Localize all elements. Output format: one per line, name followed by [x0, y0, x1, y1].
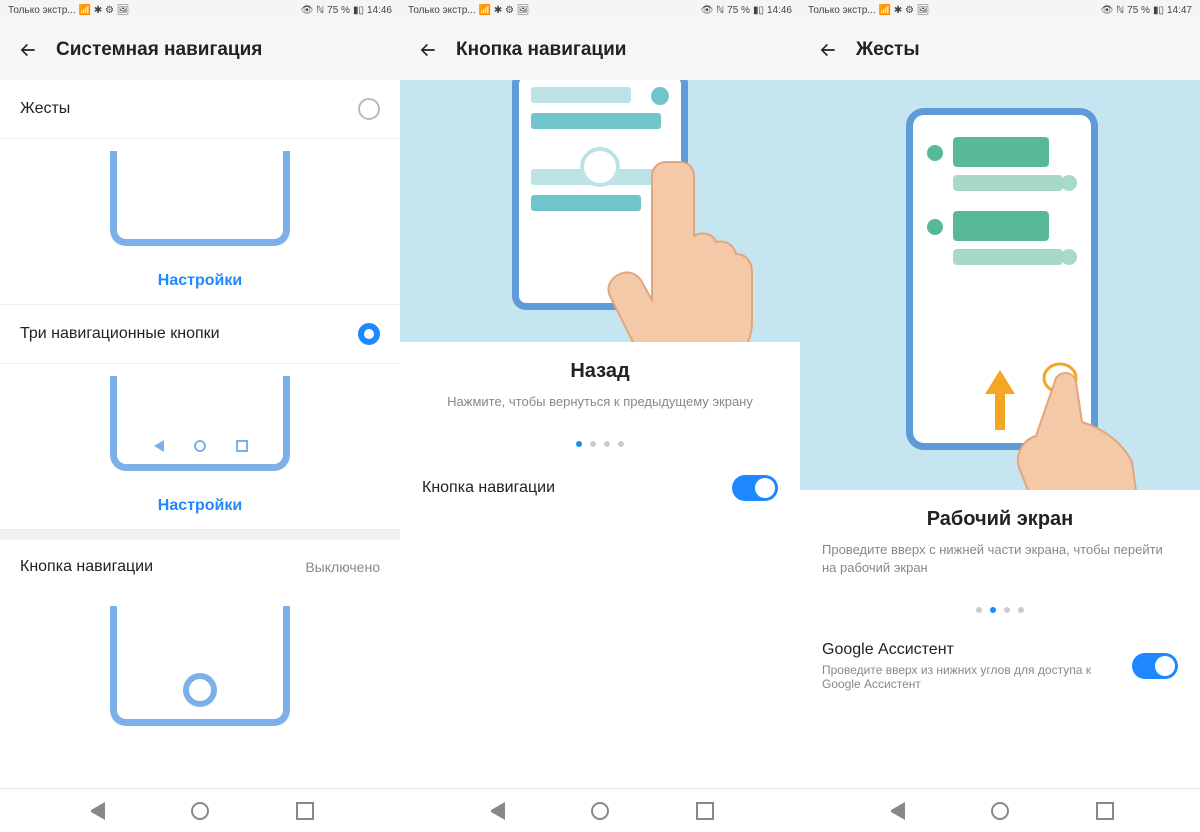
screen-gestures: Только экстр...📶 ✱ ⚙ 🖼 👁 ℕ75 %▮▯14:47 Же…	[800, 0, 1200, 832]
dot-icon	[1018, 607, 1024, 613]
dot-icon	[1004, 607, 1010, 613]
clock-label: 14:46	[767, 5, 792, 16]
hand-pointer-icon	[590, 152, 770, 342]
dot-icon	[618, 441, 624, 447]
clock-label: 14:47	[1167, 5, 1192, 16]
nav-back-icon[interactable]	[487, 802, 505, 820]
dot-icon	[604, 441, 610, 447]
nav-back-icon	[152, 440, 164, 452]
illustration-gestures	[0, 139, 400, 258]
illustration-nav-button	[0, 594, 400, 738]
nav-recent-icon[interactable]	[1096, 802, 1114, 820]
nav-home-icon[interactable]	[591, 802, 609, 820]
radio-selected-icon[interactable]	[358, 323, 380, 345]
nfc-icon: 👁 ℕ	[701, 5, 724, 16]
radio-unselected-icon[interactable]	[358, 98, 380, 120]
battery-icon: ▮▯	[1153, 5, 1164, 16]
status-bar: Только экстр...📶 ✱ ⚙ 🖼 👁 ℕ75 %▮▯14:46	[400, 0, 800, 20]
battery-icon: ▮▯	[353, 5, 364, 16]
nav-recent-icon[interactable]	[696, 802, 714, 820]
status-icons: 📶 ✱ ⚙ 🖼	[879, 5, 930, 16]
system-nav-bar	[0, 788, 400, 832]
back-icon[interactable]	[818, 40, 838, 60]
nfc-icon: 👁 ℕ	[301, 5, 324, 16]
page-title: Системная навигация	[56, 39, 262, 61]
nav-back-icon[interactable]	[887, 802, 905, 820]
status-icons: 📶 ✱ ⚙ 🖼	[79, 5, 130, 16]
description-text: Проведите вверх с нижней части экрана, ч…	[822, 541, 1178, 577]
description-block: Назад Нажмите, чтобы вернуться к предыду…	[400, 342, 800, 429]
toggle-subtitle: Проведите вверх из нижних углов для дост…	[822, 663, 1092, 691]
carrier-label: Только экстр...	[8, 5, 76, 16]
status-bar: Только экстр...📶 ✱ ⚙ 🖼 👁 ℕ75 %▮▯14:46	[0, 0, 400, 20]
dot-icon	[976, 607, 982, 613]
status-bar: Только экстр...📶 ✱ ⚙ 🖼 👁 ℕ75 %▮▯14:47	[800, 0, 1200, 20]
section-divider	[0, 530, 400, 540]
system-nav-bar	[400, 788, 800, 832]
option-label: Жесты	[20, 100, 70, 118]
settings-link[interactable]: Настройки	[0, 483, 400, 530]
screen-system-navigation: Только экстр...📶 ✱ ⚙ 🖼 👁 ℕ75 %▮▯14:46 Си…	[0, 0, 400, 832]
title-bar: Кнопка навигации	[400, 20, 800, 80]
switch-on-icon[interactable]	[1132, 653, 1178, 679]
carrier-label: Только экстр...	[408, 5, 476, 16]
hero-illustration	[400, 80, 800, 342]
nav-home-icon[interactable]	[991, 802, 1009, 820]
toggle-nav-button[interactable]: Кнопка навигации	[400, 459, 800, 517]
battery-label: 75 %	[1127, 5, 1150, 16]
toggle-label: Google Ассистент	[822, 641, 1092, 659]
hand-pointer-icon	[980, 360, 1140, 490]
nav-home-icon	[194, 440, 206, 452]
title-bar: Системная навигация	[0, 20, 400, 80]
page-indicator	[400, 429, 800, 459]
option-value: Выключено	[305, 559, 380, 575]
option-label: Кнопка навигации	[20, 558, 153, 576]
back-icon[interactable]	[18, 40, 38, 60]
hero-illustration	[800, 80, 1200, 490]
screen-nav-button: Только экстр...📶 ✱ ⚙ 🖼 👁 ℕ75 %▮▯14:46 Кн…	[400, 0, 800, 832]
page-title: Жесты	[856, 39, 920, 61]
option-three-buttons[interactable]: Три навигационные кнопки	[0, 305, 400, 364]
illustration-three-buttons	[0, 364, 400, 483]
nav-recent-icon	[236, 440, 248, 452]
dot-icon	[590, 441, 596, 447]
nav-home-icon[interactable]	[191, 802, 209, 820]
battery-label: 75 %	[327, 5, 350, 16]
page-title: Кнопка навигации	[456, 39, 626, 61]
page-indicator	[800, 595, 1200, 625]
description-title: Рабочий экран	[822, 508, 1178, 531]
phone-frame-icon	[110, 376, 290, 471]
option-label: Три навигационные кнопки	[20, 325, 220, 343]
nfc-icon: 👁 ℕ	[1101, 5, 1124, 16]
status-icons: 📶 ✱ ⚙ 🖼	[479, 5, 530, 16]
toggle-google-assistant[interactable]: Google Ассистент Проведите вверх из нижн…	[800, 625, 1200, 707]
option-gestures[interactable]: Жесты	[0, 80, 400, 139]
back-icon[interactable]	[418, 40, 438, 60]
carrier-label: Только экстр...	[808, 5, 876, 16]
phone-frame-icon	[110, 606, 290, 726]
description-text: Нажмите, чтобы вернуться к предыдущему э…	[422, 393, 778, 411]
system-nav-bar	[800, 788, 1200, 832]
battery-label: 75 %	[727, 5, 750, 16]
description-title: Назад	[422, 360, 778, 383]
nav-circle-icon	[183, 673, 217, 707]
toggle-label: Кнопка навигации	[422, 479, 555, 497]
settings-link[interactable]: Настройки	[0, 258, 400, 305]
nav-recent-icon[interactable]	[296, 802, 314, 820]
option-nav-button[interactable]: Кнопка навигации Выключено	[0, 540, 400, 594]
nav-back-icon[interactable]	[87, 802, 105, 820]
dot-active-icon	[576, 441, 582, 447]
clock-label: 14:46	[367, 5, 392, 16]
dot-active-icon	[990, 607, 996, 613]
phone-frame-icon	[110, 151, 290, 246]
battery-icon: ▮▯	[753, 5, 764, 16]
description-block: Рабочий экран Проведите вверх с нижней ч…	[800, 490, 1200, 595]
switch-on-icon[interactable]	[732, 475, 778, 501]
title-bar: Жесты	[800, 20, 1200, 80]
